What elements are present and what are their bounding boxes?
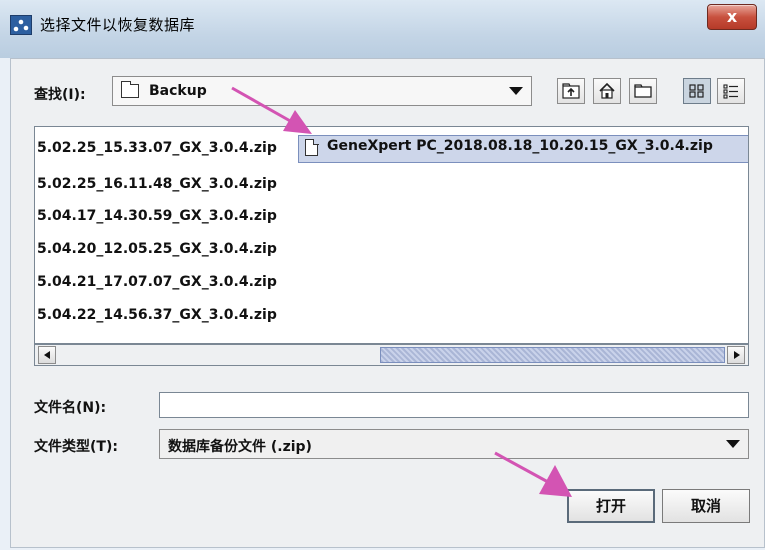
up-one-level-button[interactable]	[557, 78, 585, 104]
chevron-down-icon[interactable]	[726, 440, 740, 448]
filetype-label: 文件类型(T):	[34, 439, 118, 455]
file-item[interactable]: 5.04.17_14.30.59_GX_3.0.4.zip	[37, 208, 277, 224]
scroll-left-button[interactable]	[38, 346, 56, 364]
file-item[interactable]: 5.02.25_15.33.07_GX_3.0.4.zip	[37, 140, 277, 156]
horizontal-scrollbar[interactable]	[34, 344, 749, 366]
file-item-label: GeneXpert PC_2018.08.18_10.20.15_GX_3.0.…	[327, 138, 713, 154]
file-item[interactable]: 5.04.22_14.56.37_GX_3.0.4.zip	[37, 307, 277, 323]
cancel-button[interactable]: 取消	[662, 489, 750, 523]
open-button[interactable]: 打开	[567, 489, 655, 523]
filetype-combobox[interactable]: 数据库备份文件 (.zip)	[159, 429, 749, 459]
folder-icon	[121, 81, 139, 98]
close-button[interactable]: x	[707, 4, 757, 30]
filetype-value: 数据库备份文件 (.zip)	[168, 439, 312, 455]
lookin-label: 查找(I):	[34, 87, 86, 103]
new-folder-button[interactable]	[629, 78, 657, 104]
lookin-value: Backup	[149, 83, 207, 99]
filename-label: 文件名(N):	[34, 400, 107, 416]
up-one-level-icon	[562, 83, 580, 99]
document-icon	[305, 138, 319, 156]
scroll-thumb[interactable]	[380, 347, 725, 363]
window-title: 选择文件以恢复数据库	[40, 16, 196, 34]
file-item[interactable]: 5.04.20_12.05.25_GX_3.0.4.zip	[37, 241, 277, 257]
chevron-down-icon[interactable]	[509, 87, 523, 95]
details-view-button[interactable]	[717, 78, 745, 104]
filename-input[interactable]	[159, 392, 749, 418]
lookin-combobox[interactable]: Backup	[112, 76, 532, 106]
home-button[interactable]	[593, 78, 621, 104]
home-icon	[599, 83, 615, 99]
list-view-button[interactable]	[683, 78, 711, 104]
list-view-icon	[689, 84, 704, 98]
new-folder-icon	[634, 84, 652, 98]
title-bar: 选择文件以恢复数据库 x	[0, 0, 765, 58]
scroll-right-button[interactable]	[727, 346, 745, 364]
file-item[interactable]: 5.02.25_16.11.48_GX_3.0.4.zip	[37, 176, 277, 192]
file-item[interactable]: 5.04.21_17.07.07_GX_3.0.4.zip	[37, 274, 277, 290]
file-item-selected[interactable]: GeneXpert PC_2018.08.18_10.20.15_GX_3.0.…	[298, 135, 748, 163]
app-icon	[10, 15, 32, 35]
details-view-icon	[723, 84, 738, 99]
file-list[interactable]: 5.02.25_15.33.07_GX_3.0.4.zip 5.02.25_16…	[34, 126, 749, 344]
